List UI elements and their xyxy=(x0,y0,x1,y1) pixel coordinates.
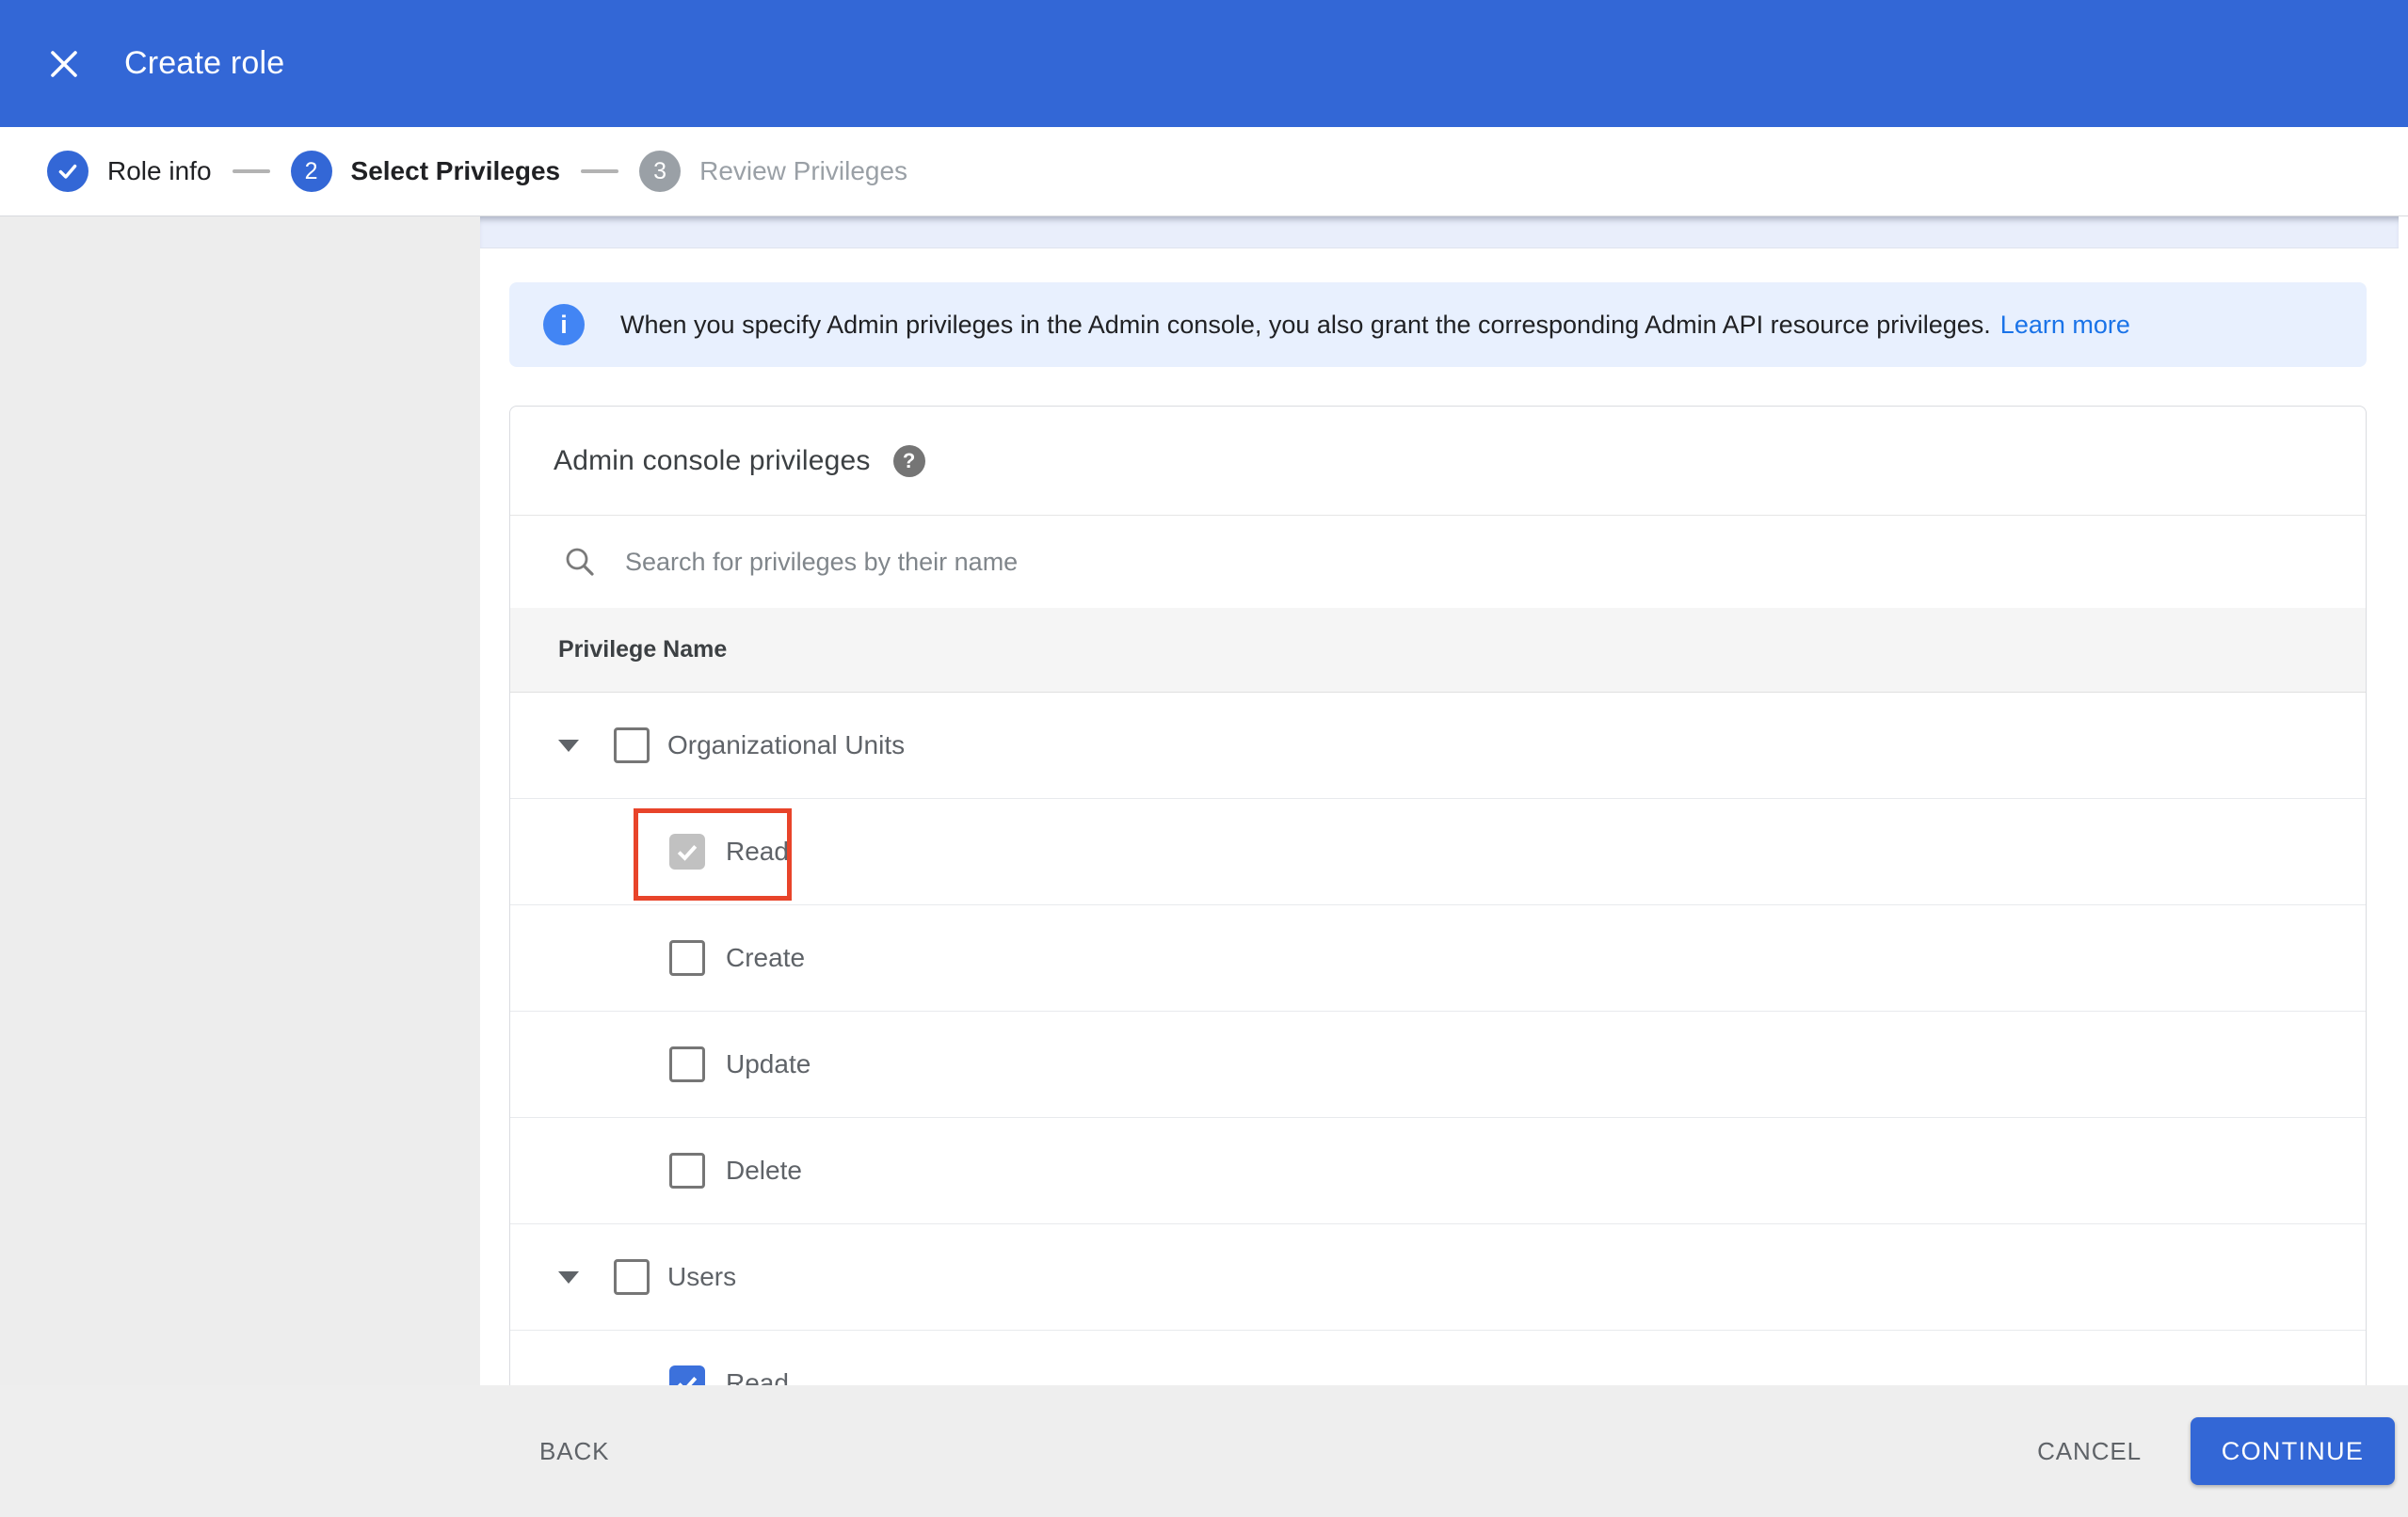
row-org-units-create: Create xyxy=(510,905,2366,1012)
step-label-role-info: Role info xyxy=(107,156,212,185)
banner-text: When you specify Admin privileges in the… xyxy=(620,310,2130,339)
help-icon[interactable]: ? xyxy=(892,444,925,477)
back-button[interactable]: BACK xyxy=(532,1420,617,1483)
content-scroll-area[interactable]: i When you specify Admin privileges in t… xyxy=(480,216,2408,1385)
checkbox-users-read-checked[interactable] xyxy=(669,1365,705,1385)
continue-button[interactable]: CONTINUE xyxy=(2191,1417,2395,1485)
step-connector xyxy=(232,169,270,173)
row-users-read: Read xyxy=(510,1331,2366,1385)
privileges-card: Admin console privileges ? Privilege Nam… xyxy=(509,406,2367,1385)
checkbox-read-checked-disabled[interactable] xyxy=(669,834,705,870)
dialog-header: Create role xyxy=(0,0,2408,127)
footer-bar: BACK CANCEL CONTINUE xyxy=(0,1385,2408,1517)
info-icon: i xyxy=(543,304,585,345)
row-label: Read xyxy=(726,837,789,866)
row-org-units-read: Read xyxy=(510,799,2366,905)
row-label: Update xyxy=(726,1049,811,1078)
stepper: Role info 2 Select Privileges 3 Review P… xyxy=(0,127,2408,216)
row-org-units-update: Update xyxy=(510,1012,2366,1118)
checkbox-update[interactable] xyxy=(669,1046,705,1082)
info-banner: i When you specify Admin privileges in t… xyxy=(509,282,2367,367)
table-header: Privilege Name xyxy=(510,608,2366,693)
check-icon xyxy=(58,164,77,179)
column-header-privilege-name: Privilege Name xyxy=(558,636,728,663)
checkbox-delete[interactable] xyxy=(669,1153,705,1189)
privilege-search-row xyxy=(510,516,2366,608)
close-icon-glyph xyxy=(51,50,77,77)
step-label-select-privileges: Select Privileges xyxy=(350,156,561,185)
checkbox-organizational-units[interactable] xyxy=(614,727,650,763)
checkbox-create[interactable] xyxy=(669,940,705,976)
row-organizational-units: Organizational Units xyxy=(510,693,2366,799)
step-select-privileges[interactable]: 2 Select Privileges xyxy=(290,151,561,192)
create-role-dialog: Create role Role info 2 Select Privilege… xyxy=(0,0,2408,1517)
search-input[interactable] xyxy=(625,547,1943,577)
check-icon xyxy=(677,845,698,861)
card-header: Admin console privileges ? xyxy=(510,407,2366,516)
row-label: Read xyxy=(726,1368,789,1385)
close-icon[interactable] xyxy=(36,36,92,92)
check-icon xyxy=(677,1377,698,1385)
row-label: Users xyxy=(667,1262,737,1291)
dialog-body: i When you specify Admin privileges in t… xyxy=(0,216,2408,1385)
step-role-info[interactable]: Role info xyxy=(47,151,212,192)
dialog-title: Create role xyxy=(124,45,285,81)
left-panel xyxy=(0,216,480,1385)
step-number-2: 2 xyxy=(290,151,332,192)
learn-more-link[interactable]: Learn more xyxy=(2000,311,2130,339)
privilege-rows: Organizational Units Read Create Update … xyxy=(510,693,2366,1385)
row-label: Create xyxy=(726,943,806,972)
row-label: Delete xyxy=(726,1156,802,1185)
checkbox-users[interactable] xyxy=(614,1259,650,1295)
collapse-arrow-icon[interactable] xyxy=(558,739,579,752)
collapse-arrow-icon[interactable] xyxy=(558,1270,579,1284)
row-org-units-delete: Delete xyxy=(510,1118,2366,1224)
cancel-button[interactable]: CANCEL xyxy=(2030,1420,2149,1483)
card-title: Admin console privileges xyxy=(554,444,871,476)
step-complete-icon xyxy=(47,151,88,192)
scrolled-content-edge xyxy=(480,216,2399,248)
step-review-privileges[interactable]: 3 Review Privileges xyxy=(639,151,907,192)
step-label-review-privileges: Review Privileges xyxy=(699,156,908,185)
step-number-3: 3 xyxy=(639,151,682,192)
row-label: Organizational Units xyxy=(667,730,906,759)
step-connector xyxy=(581,169,619,173)
row-users: Users xyxy=(510,1224,2366,1331)
search-icon xyxy=(566,548,594,576)
